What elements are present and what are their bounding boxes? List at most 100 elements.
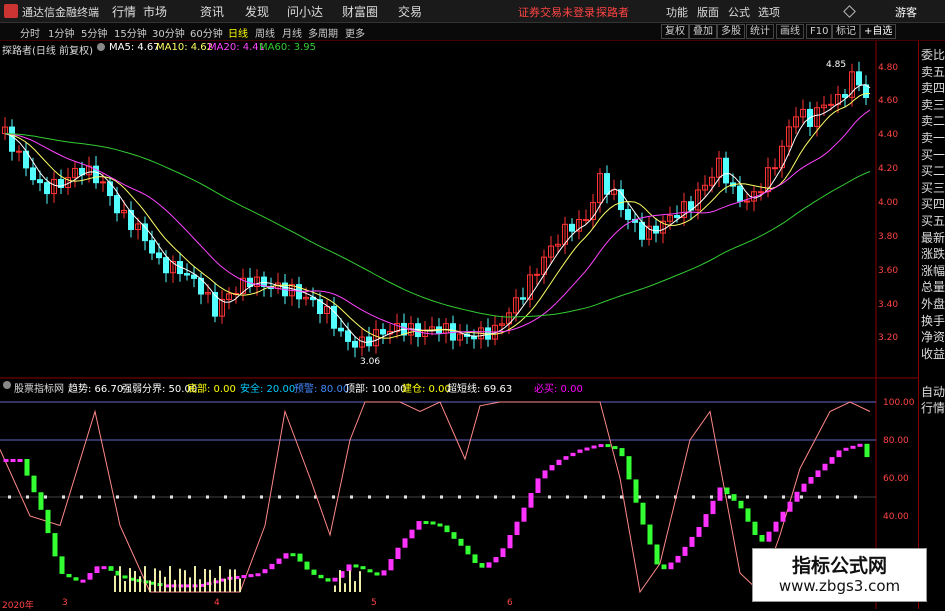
trend-block: [738, 500, 744, 509]
right-quote-panel: 委比 卖五 卖四 卖三 卖二 卖一 买一 买二 买三 买四 买五 最新 涨跌 涨幅 总量 外盘 换手 净资 收益 自动…: [918, 41, 945, 609]
trend-block: [619, 448, 625, 457]
trend-block: [528, 493, 534, 508]
period-30min[interactable]: 30分钟: [152, 25, 185, 40]
trend-block: [801, 483, 807, 492]
trend-block: [381, 570, 387, 576]
candle-body: [583, 219, 589, 222]
trend-block: [773, 521, 779, 532]
multi-stock-button[interactable]: 多股: [717, 24, 745, 39]
candle-body: [744, 200, 750, 203]
trend-block: [409, 529, 415, 539]
year-label: 2020年: [2, 601, 34, 611]
trend-block: [38, 492, 44, 510]
trend-block: [752, 521, 758, 535]
quote-field-label: 外盘: [921, 297, 945, 311]
watermark-url: www.zbgs3.com: [778, 577, 901, 595]
trend-block: [626, 456, 632, 480]
period-5min[interactable]: 5分钟: [81, 25, 107, 40]
candle-body: [653, 225, 659, 234]
menu-layout[interactable]: 版面: [697, 4, 719, 20]
trend-block: [45, 509, 51, 534]
period-monthly[interactable]: 月线: [282, 25, 302, 40]
quote-field-label: 买三: [921, 180, 945, 195]
quote-field-label: 涨跌: [921, 247, 945, 262]
candle-body: [184, 273, 190, 276]
mark-button[interactable]: 标记: [832, 24, 860, 39]
low-annotation: 3.06: [360, 357, 381, 367]
price-tick: 3.40: [878, 300, 899, 310]
menu-formula[interactable]: 公式: [728, 4, 750, 20]
candle-body: [737, 185, 743, 202]
menu-function[interactable]: 功能: [666, 4, 688, 20]
quote-field-label: 买一: [921, 147, 945, 162]
quote-field-label: 总量: [921, 280, 945, 295]
menu-market[interactable]: 市场: [143, 3, 167, 20]
overlay-button[interactable]: 叠加: [689, 24, 717, 39]
candle-body: [338, 327, 344, 332]
menu-discover[interactable]: 发现: [245, 3, 269, 20]
menu-quotes[interactable]: 行情: [112, 3, 136, 20]
ma60-line: [4, 133, 871, 318]
period-15min[interactable]: 15分钟: [114, 25, 147, 40]
menu-wealth[interactable]: 财富圈: [342, 3, 378, 20]
guest-button[interactable]: 游客: [895, 4, 917, 20]
period-daily[interactable]: 日线: [228, 25, 248, 40]
price-tick: 4.60: [878, 96, 899, 106]
trend-block: [549, 465, 555, 471]
trend-block: [493, 557, 499, 563]
period-60min[interactable]: 60分钟: [190, 25, 223, 40]
trend-block: [248, 574, 254, 578]
trend-block: [864, 443, 870, 458]
period-1min[interactable]: 1分钟: [48, 25, 74, 40]
trend-block: [122, 575, 128, 579]
menu-news[interactable]: 资讯: [200, 3, 224, 20]
indicator-gear-icon[interactable]: [3, 381, 11, 389]
indicator-value: 必买: 0.00: [534, 384, 583, 395]
trend-block: [486, 562, 492, 568]
period-tick[interactable]: 分时: [20, 25, 40, 40]
trend-block: [332, 577, 338, 582]
trend-block: [87, 573, 93, 580]
draw-line-button[interactable]: 画线: [776, 24, 804, 39]
trend-block: [269, 563, 275, 570]
trend-block: [66, 573, 72, 578]
trend-block: [311, 569, 317, 575]
trend-block: [73, 577, 79, 581]
month-label: 5: [371, 598, 377, 608]
stats-button[interactable]: 统计: [746, 24, 774, 39]
trend-block: [367, 569, 373, 573]
indicator-info-bar: 股票指标网 趋势: 66.70 强弱分界: 50.00 底部: 0.00 安全: 20…: [0, 379, 870, 395]
trend-block: [430, 521, 436, 525]
candle-body: [520, 297, 526, 300]
candle-body: [856, 71, 862, 86]
quote-field-label: 买四: [921, 197, 945, 212]
period-more[interactable]: 更多: [345, 25, 365, 40]
adjust-button[interactable]: 复权: [661, 24, 689, 39]
menu-ask[interactable]: 问小达: [287, 3, 323, 20]
trend-block: [808, 477, 814, 484]
login-notice[interactable]: 证券交易未登录: [518, 4, 595, 20]
trend-block: [724, 487, 730, 495]
period-multi[interactable]: 多周期: [308, 25, 338, 40]
trend-block: [283, 553, 289, 559]
quote-field-label: 涨幅: [921, 263, 945, 278]
period-weekly[interactable]: 周线: [255, 25, 275, 40]
trend-block: [416, 521, 422, 530]
indicator-tick: 80.00: [883, 436, 909, 446]
add-watchlist-button[interactable]: +自选: [860, 24, 897, 39]
menu-options[interactable]: 选项: [758, 4, 780, 20]
trend-block: [710, 500, 716, 515]
trend-block: [822, 463, 828, 471]
diamond-icon[interactable]: [843, 5, 856, 18]
candle-body: [828, 103, 834, 106]
auto-quote-toggle[interactable]: 行情: [921, 400, 945, 416]
f10-button[interactable]: F10: [806, 24, 833, 39]
menu-trade[interactable]: 交易: [398, 3, 422, 20]
price-tick: 4.20: [878, 164, 899, 174]
month-label: 3: [62, 598, 68, 608]
watermark-title: 指标公式网: [791, 555, 887, 577]
trend-block: [682, 546, 688, 556]
user-name[interactable]: 探路者: [596, 4, 629, 20]
trend-block: [584, 447, 590, 451]
auto-quote-toggle[interactable]: 自动: [921, 384, 945, 400]
